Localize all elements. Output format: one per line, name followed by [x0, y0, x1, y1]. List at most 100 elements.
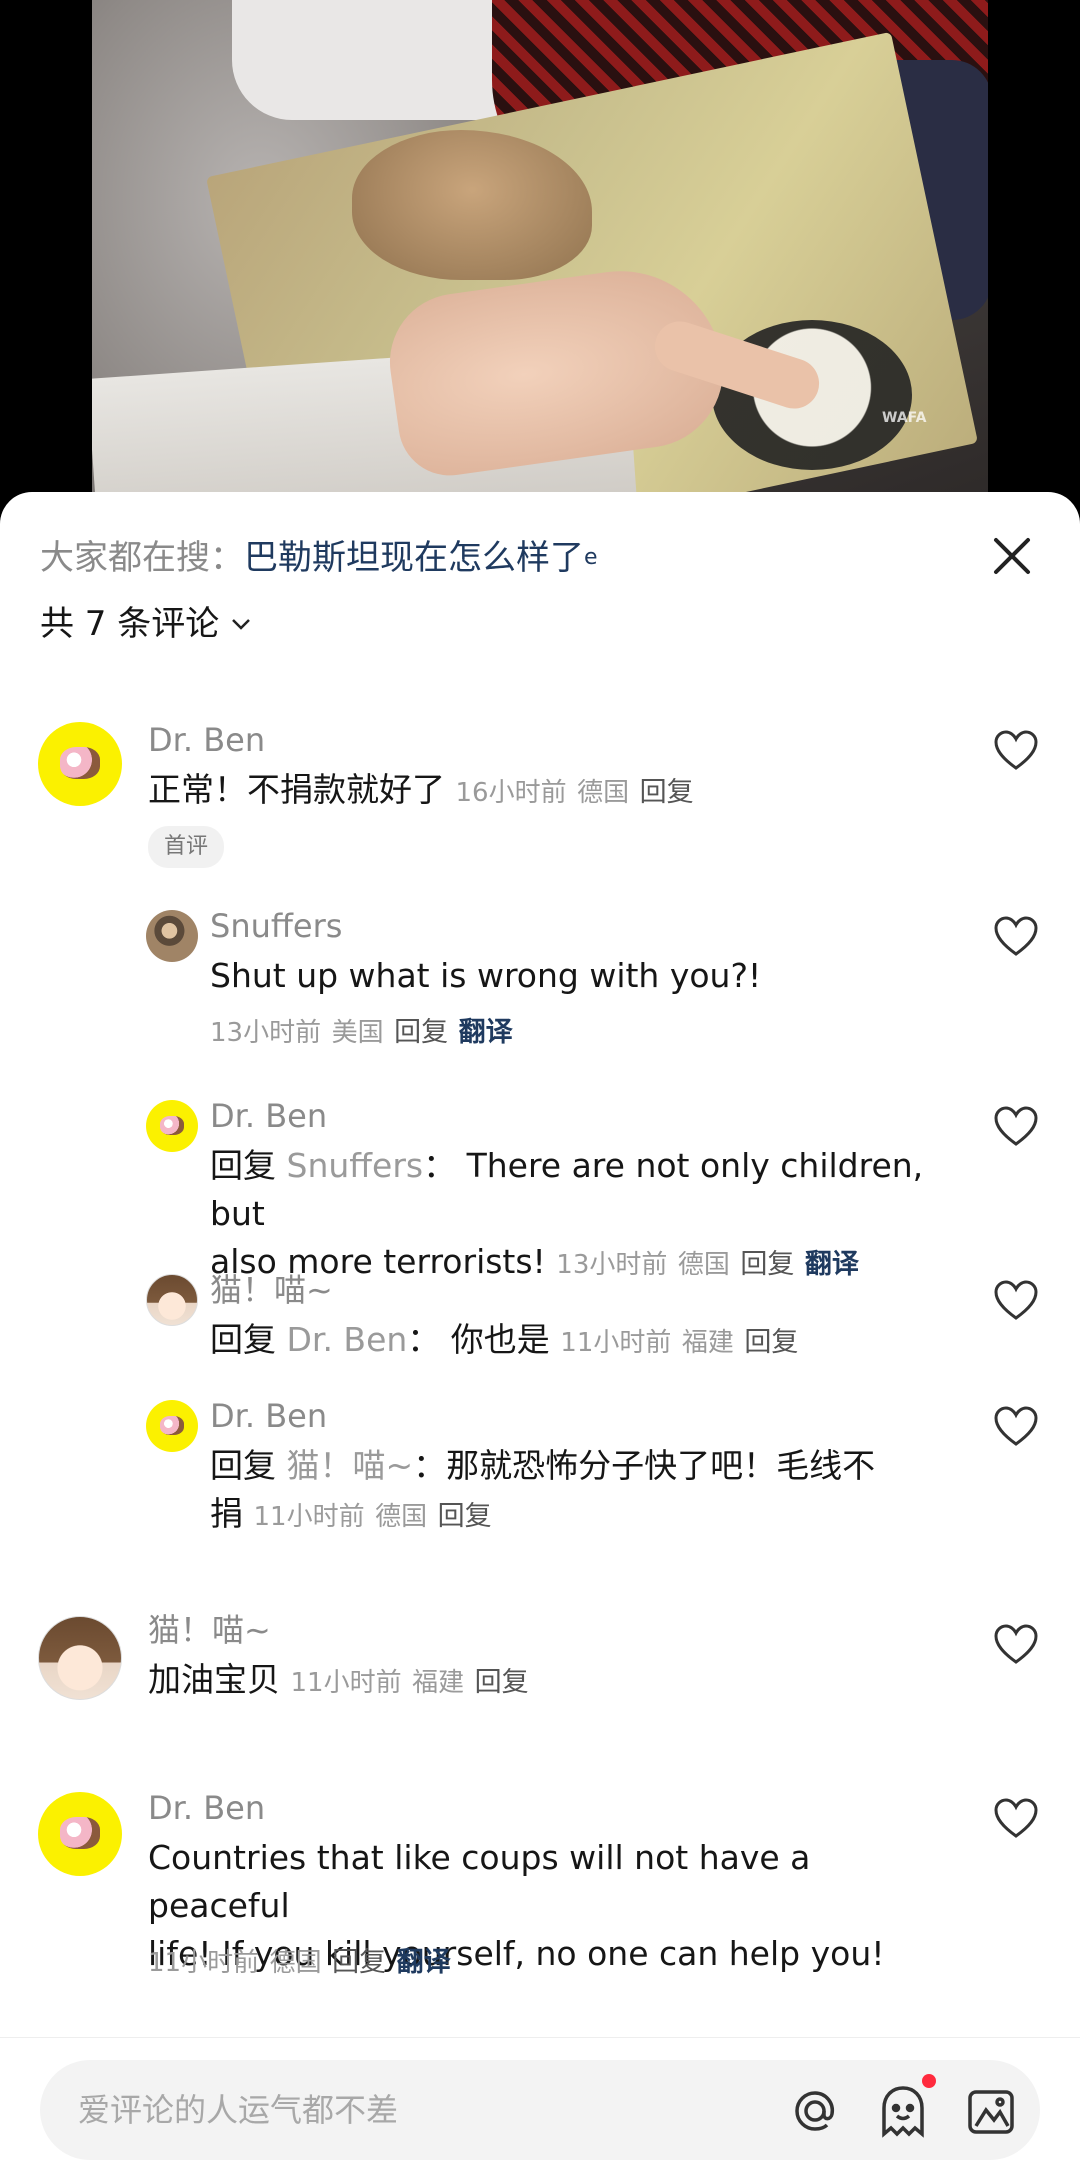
comment-location: 福建 — [412, 1668, 465, 1698]
translate-button[interactable]: 翻译 — [459, 1017, 513, 1048]
reply-to-user[interactable]: Dr. Ben — [287, 1320, 408, 1359]
at-icon — [795, 2091, 835, 2131]
reply-body[interactable]: 回复 Dr. Ben： 你也是 11小时前 福建 回复 — [210, 1316, 970, 1367]
reply-text: 你也是 — [450, 1320, 550, 1359]
heart-icon — [994, 1406, 1038, 1446]
avatar[interactable] — [38, 722, 122, 806]
wafa-watermark: WAFA — [882, 410, 962, 480]
comment-time: 11小时前 — [290, 1668, 402, 1698]
comment-body[interactable]: 正常！不捐款就好了 16小时前 德国 回复 — [148, 766, 694, 817]
like-button[interactable] — [992, 1622, 1040, 1666]
reply-prefix: 回复 — [210, 1146, 276, 1185]
reply-text-line2: 捐 — [210, 1494, 243, 1533]
reply-time: 13小时前 — [556, 1250, 668, 1280]
reply-author[interactable]: Dr. Ben — [210, 1396, 327, 1436]
reply-author[interactable]: Snuffers — [210, 906, 342, 946]
avatar[interactable] — [38, 1792, 122, 1876]
comment-text-line1: Countries that like coups will not have … — [148, 1838, 811, 1925]
comment-author[interactable]: Dr. Ben — [148, 720, 265, 760]
comment-meta: 11小时前 德国 回复 翻译 — [148, 1936, 451, 1987]
avatar[interactable] — [146, 910, 198, 962]
reply-prefix: 回复 — [210, 1446, 276, 1485]
chevron-down-icon — [232, 619, 251, 630]
reply-button[interactable]: 回复 — [640, 777, 694, 808]
reply-location: 福建 — [681, 1328, 734, 1358]
translate-button[interactable]: 翻译 — [805, 1249, 859, 1280]
avatar[interactable] — [38, 1616, 122, 1700]
reply-body[interactable]: 回复 Snuffers： There are not only children… — [210, 1142, 970, 1289]
reply-button[interactable]: 回复 — [744, 1327, 798, 1358]
comment-sheet: 大家都在搜：巴勒斯坦现在怎么样了𝖾 共 7 条评论 Dr. Ben 正常！不捐款… — [0, 492, 1080, 2165]
video-player[interactable]: WAFA — [0, 0, 1080, 500]
comment-count-label: 共 7 条评论 — [40, 604, 220, 644]
reply-button[interactable]: 回复 — [332, 1947, 386, 1978]
ghost-emoji-icon — [882, 2086, 924, 2138]
heart-icon — [994, 1280, 1038, 1320]
mention-button[interactable] — [786, 2082, 844, 2140]
avatar[interactable] — [146, 1100, 198, 1152]
translate-button[interactable]: 翻译 — [397, 1947, 451, 1978]
reply-body[interactable]: Shut up what is wrong with you?! — [210, 952, 761, 1000]
divider — [0, 2037, 1080, 2038]
video-frame[interactable]: WAFA — [92, 0, 988, 500]
reply-time: 11小时前 — [560, 1328, 672, 1358]
comment-input[interactable]: 爱评论的人运气都不差 — [78, 2060, 398, 2160]
like-button[interactable] — [992, 1796, 1040, 1840]
reply-location: 美国 — [331, 1018, 384, 1048]
comment-input-bar[interactable]: 爱评论的人运气都不差 — [40, 2060, 1040, 2160]
first-comment-badge: 首评 — [148, 826, 225, 868]
comment-text: 加油宝贝 — [148, 1660, 280, 1699]
reply-body[interactable]: 回复 猫！喵~：那就恐怖分子快了吧！毛线不 捐 11小时前 德国 回复 — [210, 1442, 970, 1541]
reply-colon: ： — [423, 1146, 457, 1185]
trending-search-prefix: 大家都在搜： — [40, 538, 244, 578]
comment-text: 正常！不捐款就好了 — [148, 770, 445, 809]
heart-icon — [994, 1106, 1038, 1146]
reply-button[interactable]: 回复 — [475, 1667, 529, 1698]
comment-author[interactable]: Dr. Ben — [148, 1788, 265, 1828]
like-button[interactable] — [992, 914, 1040, 958]
like-button[interactable] — [992, 1278, 1040, 1322]
reply-time: 13小时前 — [210, 1018, 322, 1048]
emoji-button[interactable] — [874, 2082, 932, 2140]
trending-search[interactable]: 大家都在搜：巴勒斯坦现在怎么样了𝖾 — [40, 536, 598, 580]
avatar[interactable] — [146, 1274, 198, 1326]
reply-location: 德国 — [677, 1250, 730, 1280]
notification-dot — [922, 2074, 936, 2088]
reply-button[interactable]: 回复 — [394, 1017, 448, 1048]
heart-icon — [994, 916, 1038, 956]
image-icon — [968, 2090, 1014, 2134]
comment-location: 德国 — [269, 1948, 322, 1978]
heart-icon — [994, 1624, 1038, 1664]
reply-colon: ： — [407, 1320, 441, 1359]
reply-author[interactable]: 猫！喵~ — [210, 1270, 333, 1310]
comment-time: 11小时前 — [148, 1948, 260, 1978]
reply-text: Shut up what is wrong with you?! — [210, 956, 762, 995]
comment-body[interactable]: 加油宝贝 11小时前 福建 回复 — [148, 1656, 529, 1707]
reply-button[interactable]: 回复 — [438, 1501, 492, 1532]
avatar[interactable] — [146, 1400, 198, 1452]
reply-colon: ： — [413, 1446, 447, 1485]
like-button[interactable] — [992, 1104, 1040, 1148]
close-button[interactable] — [984, 528, 1040, 584]
reply-text-line1: 那就恐怖分子快了吧！毛线不 — [446, 1446, 876, 1485]
trending-search-query[interactable]: 巴勒斯坦现在怎么样了 — [244, 538, 584, 578]
reply-prefix: 回复 — [210, 1320, 276, 1359]
reply-location: 德国 — [375, 1502, 428, 1532]
comment-location: 德国 — [577, 778, 630, 808]
reply-time: 11小时前 — [253, 1502, 365, 1532]
image-button[interactable] — [962, 2082, 1020, 2140]
reply-to-user[interactable]: Snuffers — [287, 1146, 424, 1185]
heart-icon — [994, 1798, 1038, 1838]
reply-button[interactable]: 回复 — [740, 1249, 794, 1280]
reply-author[interactable]: Dr. Ben — [210, 1096, 327, 1136]
comment-author[interactable]: 猫！喵~ — [148, 1610, 271, 1650]
reply-meta: 13小时前 美国 回复 翻译 — [210, 1006, 513, 1057]
comment-count-sort[interactable]: 共 7 条评论 — [40, 602, 253, 646]
like-button[interactable] — [992, 728, 1040, 772]
search-icon: 𝖾 — [584, 545, 598, 570]
reply-to-user[interactable]: 猫！喵~ — [287, 1446, 414, 1485]
close-icon — [994, 538, 1030, 574]
heart-icon — [994, 730, 1038, 770]
like-button[interactable] — [992, 1404, 1040, 1448]
comment-time: 16小时前 — [455, 778, 567, 808]
